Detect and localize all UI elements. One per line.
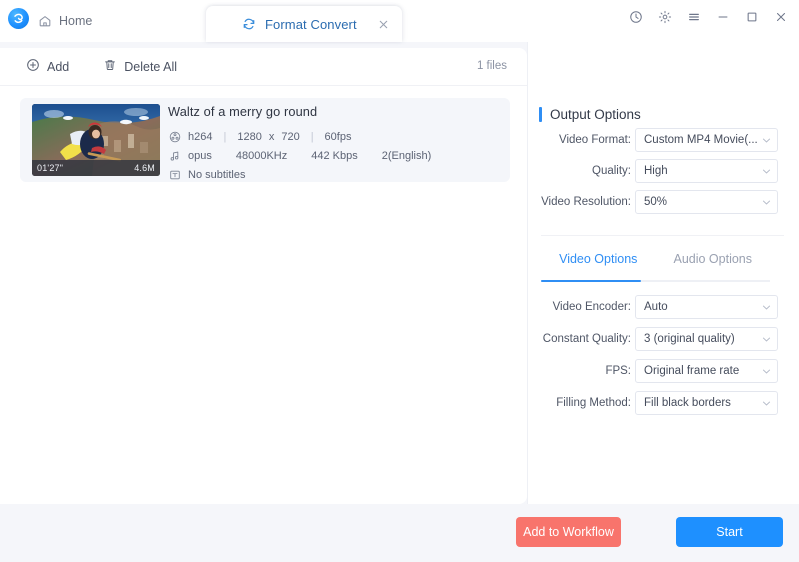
field-video-format: Video Format: Custom MP4 Movie(... <box>541 128 784 152</box>
chevron-down-icon <box>762 129 771 151</box>
delete-all-label: Delete All <box>124 59 178 74</box>
action-bar: Add to Workflow Start <box>0 504 799 562</box>
music-note-icon <box>168 149 181 162</box>
audio-channels: 2(English) <box>381 149 432 162</box>
filling-method-select[interactable]: Fill black borders <box>635 391 778 415</box>
minimize-icon[interactable] <box>715 9 731 25</box>
trash-icon <box>103 58 117 75</box>
field-constant-quality: Constant Quality: 3 (original quality) <box>541 327 784 351</box>
tab-video-options[interactable]: Video Options <box>541 252 656 282</box>
add-button[interactable]: Add <box>26 58 69 75</box>
hamburger-menu-icon[interactable] <box>686 9 702 25</box>
home-label: Home <box>59 14 93 28</box>
video-thumbnail: 01'27" 4.6M <box>32 104 160 176</box>
thumbnail-overlay: 01'27" 4.6M <box>32 160 160 176</box>
app-logo-icon <box>8 8 29 29</box>
window-controls <box>628 9 789 25</box>
start-button[interactable]: Start <box>676 517 783 547</box>
audio-codec: opus <box>188 149 212 162</box>
video-format-value: Custom MP4 Movie(... <box>644 134 758 146</box>
tab-label: Format Convert <box>265 16 357 32</box>
add-label: Add <box>47 59 70 74</box>
subtitle-t-icon <box>168 168 181 181</box>
audio-sample-rate: 48000KHz <box>235 149 288 162</box>
tab-format-convert[interactable]: Format Convert <box>206 6 402 42</box>
file-title: Waltz of a merry go round <box>168 104 318 119</box>
gear-icon[interactable] <box>657 9 673 25</box>
file-count-label: 1 files <box>476 60 507 72</box>
options-tab-underline <box>541 280 770 282</box>
output-options-title: Output Options <box>539 107 641 122</box>
field-label: Video Encoder: <box>552 301 631 313</box>
video-width: 1280 <box>237 130 262 143</box>
delete-all-button[interactable]: Delete All <box>103 58 177 75</box>
home-button[interactable]: Home <box>38 10 92 32</box>
video-stream-row: h264 | 1280 x 720 | 60fps <box>168 127 503 146</box>
content-area: Add Delete All 1 files 01'27" 4.6M Waltz… <box>0 42 799 504</box>
active-tab-indicator <box>541 280 641 282</box>
options-tab-bar: Video Options Audio Options <box>541 252 770 282</box>
video-height: 720 <box>281 130 300 143</box>
duration-label: 01'27" <box>37 163 64 173</box>
fps-value: Original frame rate <box>644 365 740 377</box>
chevron-down-icon <box>762 360 771 382</box>
chevron-down-icon <box>762 328 771 350</box>
section-divider <box>541 235 784 236</box>
video-resolution-value: 50% <box>644 196 668 208</box>
field-label: Quality: <box>592 165 631 177</box>
close-icon[interactable] <box>773 9 789 25</box>
field-filling-method: Filling Method: Fill black borders <box>541 391 784 415</box>
tab-close-icon[interactable] <box>376 17 390 31</box>
quality-value: High <box>644 165 668 177</box>
chevron-down-icon <box>762 160 771 182</box>
video-fps: 60fps <box>324 130 352 143</box>
row-separator-2: | <box>310 130 314 143</box>
plus-circle-icon <box>26 58 40 75</box>
output-options-label: Output Options <box>550 107 641 122</box>
video-encoder-select[interactable]: Auto <box>635 295 778 319</box>
row-separator: | <box>223 130 227 143</box>
fps-select[interactable]: Original frame rate <box>635 359 778 383</box>
convert-refresh-icon <box>242 17 256 31</box>
chevron-down-icon <box>762 392 771 414</box>
list-item[interactable]: 01'27" 4.6M Waltz of a merry go round h2… <box>20 98 510 182</box>
field-label: Filling Method: <box>556 397 631 409</box>
video-format-select[interactable]: Custom MP4 Movie(... <box>635 128 778 152</box>
video-codec: h264 <box>188 130 213 143</box>
dimension-x: x <box>268 130 275 143</box>
field-label: Constant Quality: <box>542 333 631 345</box>
audio-bitrate: 442 Kbps <box>311 149 358 162</box>
app-window: Home Format Convert Add Delete All 1 fil… <box>0 0 799 562</box>
field-quality: Quality: High <box>541 159 784 183</box>
subtitle-label: No subtitles <box>188 168 246 181</box>
audio-stream-row: opus 48000KHz 442 Kbps 2(English) <box>168 146 503 165</box>
filesize-label: 4.6M <box>134 163 155 173</box>
field-label: FPS: <box>605 365 631 377</box>
maximize-icon[interactable] <box>744 9 760 25</box>
file-list-panel: Add Delete All 1 files 01'27" 4.6M Waltz… <box>0 48 527 504</box>
tab-audio-options[interactable]: Audio Options <box>656 252 771 282</box>
add-to-workflow-button[interactable]: Add to Workflow <box>516 517 621 547</box>
field-label: Video Format: <box>558 134 631 146</box>
chevron-down-icon <box>762 296 771 318</box>
video-encoder-value: Auto <box>644 301 668 313</box>
constant-quality-value: 3 (original quality) <box>644 333 735 345</box>
section-accent-bar <box>539 107 542 122</box>
video-resolution-select[interactable]: 50% <box>635 190 778 214</box>
field-fps: FPS: Original frame rate <box>541 359 784 383</box>
field-label: Video Resolution: <box>541 196 631 208</box>
title-bar: Home Format Convert <box>0 0 799 42</box>
file-toolbar: Add Delete All 1 files <box>0 48 527 86</box>
field-video-encoder: Video Encoder: Auto <box>541 295 784 319</box>
filling-method-value: Fill black borders <box>644 397 731 409</box>
constant-quality-select[interactable]: 3 (original quality) <box>635 327 778 351</box>
quality-select[interactable]: High <box>635 159 778 183</box>
field-video-resolution: Video Resolution: 50% <box>541 190 784 214</box>
home-icon <box>38 14 52 28</box>
subtitle-row: No subtitles <box>168 165 503 184</box>
chevron-down-icon <box>762 191 771 213</box>
clock-history-icon[interactable] <box>628 9 644 25</box>
file-info: Waltz of a merry go round h264 | 1280 x … <box>168 104 503 184</box>
film-reel-icon <box>168 130 181 143</box>
